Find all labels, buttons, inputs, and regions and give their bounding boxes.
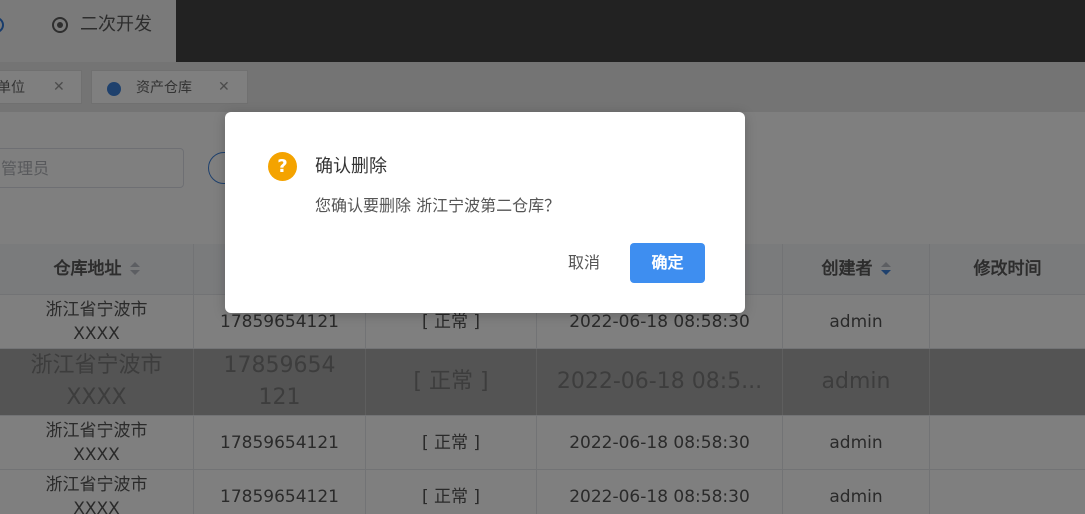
dialog-title: 确认删除 <box>315 156 387 177</box>
confirm-button[interactable]: 确定 <box>630 243 705 283</box>
page: 二次开发 单位 ✕ 资产仓库 ✕ 管理员 仓库地址 <box>0 0 1085 514</box>
dialog-message: 您确认要删除 浙江宁波第二仓库？ <box>315 196 561 215</box>
confirm-dialog: ? 确认删除 您确认要删除 浙江宁波第二仓库？ 取消 确定 <box>225 112 745 313</box>
cancel-button[interactable]: 取消 <box>547 243 621 283</box>
question-icon: ? <box>268 152 297 181</box>
